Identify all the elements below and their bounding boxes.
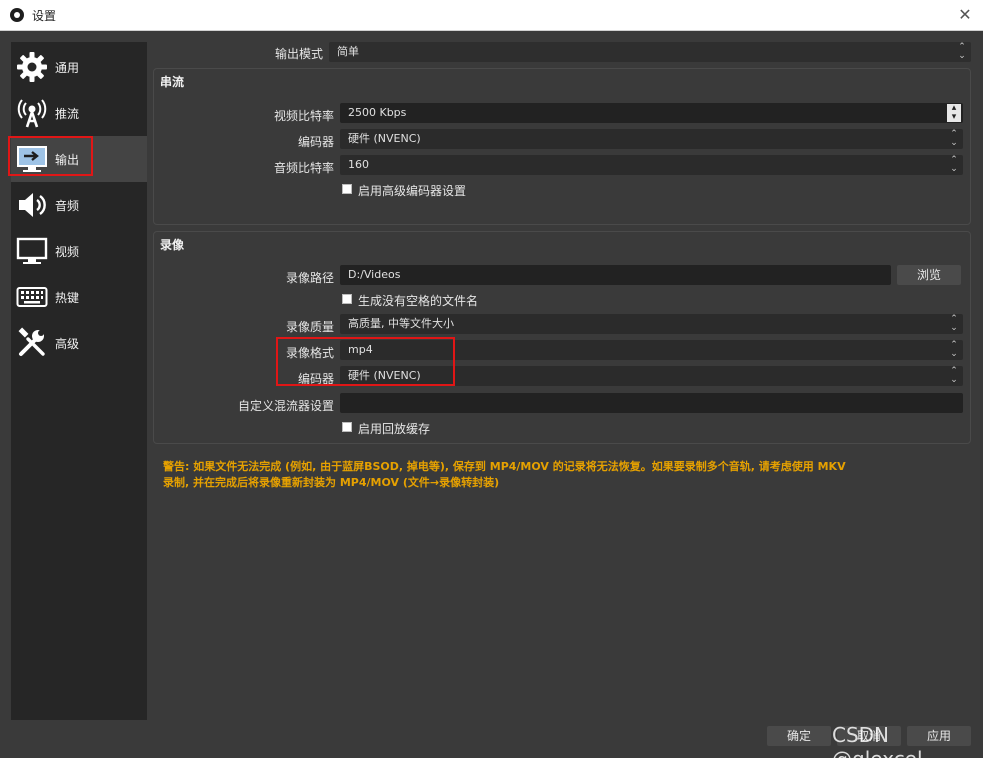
stream-encoder-value: 硬件 (NVENC) [348, 132, 421, 145]
sidebar-item-audio[interactable]: 音频 [11, 182, 147, 228]
spinbox-arrows-icon[interactable]: ▴ ▾ [947, 104, 961, 122]
obs-logo-icon [10, 8, 24, 22]
ok-button[interactable]: 确定 [767, 726, 831, 746]
advanced-encoder-label: 启用高级编码器设置 [358, 184, 467, 198]
antenna-icon [15, 96, 49, 130]
speaker-icon [15, 188, 49, 222]
sidebar-item-label: 音频 [55, 198, 80, 213]
recording-quality-select[interactable]: 高质量, 中等文件大小 ⌃ ⌄ [340, 314, 963, 334]
warning-line-2: 录制, 并在完成后将录像重新封装为 MP4/MOV (文件→录像转封装) [163, 476, 500, 489]
no-space-filename-checkbox[interactable] [342, 294, 352, 304]
recording-quality-label: 录像质量 [285, 320, 334, 334]
chevron-updown-icon: ⌃ ⌄ [950, 155, 958, 174]
mp4-warning-text: 警告: 如果文件无法完成 (例如, 由于蓝屏BSOD, 掉电等), 保存到 MP… [163, 459, 971, 491]
monitor-icon [15, 234, 49, 268]
replay-buffer-label: 启用回放缓存 [358, 422, 431, 436]
recording-path-input[interactable]: D:/Videos [340, 265, 891, 285]
sidebar-item-stream[interactable]: 推流 [11, 90, 147, 136]
custom-muxer-label: 自定义混流器设置 [237, 399, 334, 413]
stream-encoder-label: 编码器 [297, 135, 334, 149]
recording-group-title: 录像 [160, 238, 185, 252]
chevron-updown-icon: ⌃ ⌄ [950, 314, 958, 333]
chevron-updown-icon: ⌃ ⌄ [950, 129, 958, 148]
audio-bitrate-value: 160 [348, 158, 369, 171]
sidebar-item-video[interactable]: 视频 [11, 228, 147, 274]
chevron-updown-icon: ⌃ ⌄ [950, 340, 958, 359]
streaming-group: 串流 视频比特率 2500 Kbps ▴ ▾ 编码器 硬件 (NVENC) ⌃ ⌄ … [153, 68, 971, 225]
advanced-encoder-checkbox[interactable] [342, 184, 352, 194]
title-bar: 设置 ✕ [0, 0, 983, 31]
recording-quality-value: 高质量, 中等文件大小 [348, 317, 454, 330]
sidebar-item-label: 视频 [55, 244, 80, 259]
sidebar-item-label: 通用 [55, 60, 80, 75]
csdn-watermark: CSDN @qlexcel [832, 723, 923, 758]
streaming-group-title: 串流 [160, 75, 185, 89]
tools-icon [15, 326, 49, 360]
sidebar-item-label: 热键 [55, 290, 80, 305]
close-icon[interactable]: ✕ [957, 5, 973, 25]
output-mode-value: 简单 [337, 45, 359, 58]
sidebar-item-advanced[interactable]: 高级 [11, 320, 147, 366]
browse-button[interactable]: 浏览 [897, 265, 961, 285]
stream-encoder-select[interactable]: 硬件 (NVENC) ⌃ ⌄ [340, 129, 963, 149]
output-mode-label: 输出模式 [274, 47, 323, 61]
video-bitrate-input[interactable]: 2500 Kbps ▴ ▾ [340, 103, 963, 123]
keyboard-icon [15, 280, 49, 314]
sidebar-item-general[interactable]: 通用 [11, 44, 147, 90]
sidebar-item-label: 高级 [55, 336, 80, 351]
gear-icon [15, 50, 49, 84]
video-bitrate-label: 视频比特率 [273, 109, 334, 123]
recording-path-label: 录像路径 [285, 271, 334, 285]
chevron-updown-icon: ⌃ ⌄ [958, 42, 966, 61]
sidebar-item-label: 推流 [55, 106, 80, 121]
no-space-filename-label: 生成没有空格的文件名 [358, 294, 479, 308]
warning-line-1: 警告: 如果文件无法完成 (例如, 由于蓝屏BSOD, 掉电等), 保存到 MP… [163, 460, 846, 473]
audio-bitrate-select[interactable]: 160 ⌃ ⌄ [340, 155, 963, 175]
highlight-output-annotation [8, 136, 93, 176]
replay-buffer-checkbox[interactable] [342, 422, 352, 432]
custom-muxer-input[interactable] [340, 393, 963, 413]
recording-path-value: D:/Videos [348, 268, 401, 281]
highlight-format-encoder-annotation [276, 337, 455, 386]
chevron-updown-icon: ⌃ ⌄ [950, 366, 958, 385]
audio-bitrate-label: 音频比特率 [273, 161, 334, 175]
sidebar-item-hotkeys[interactable]: 热键 [11, 274, 147, 320]
window-title: 设置 [32, 9, 57, 23]
video-bitrate-value: 2500 Kbps [348, 106, 407, 119]
output-mode-select[interactable]: 简单 ⌃ ⌄ [329, 42, 971, 62]
